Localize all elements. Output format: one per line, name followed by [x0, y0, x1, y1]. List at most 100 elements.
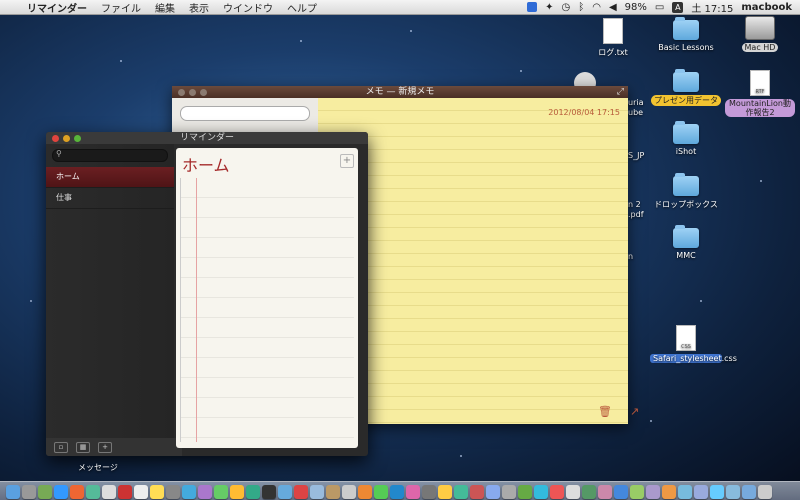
app-icon[interactable] — [454, 484, 468, 499]
app-icon[interactable] — [342, 484, 356, 499]
preferences-icon[interactable] — [166, 484, 180, 499]
list-item-work[interactable]: 仕事 — [46, 188, 174, 209]
mission-control-icon[interactable] — [38, 484, 52, 499]
desktop-icon-mountainlion-report[interactable]: RTF MountainLion動作報告2 — [720, 70, 800, 117]
menu-edit[interactable]: 編集 — [148, 0, 182, 15]
bluetooth-icon[interactable]: ᛒ — [578, 2, 584, 13]
desktop-icon-presentation-data[interactable]: プレゼン用データ — [646, 69, 726, 106]
app-icon[interactable] — [438, 484, 452, 499]
css-file-icon: CSS — [676, 325, 696, 351]
menu-window[interactable]: ウインドウ — [216, 0, 280, 15]
app-icon[interactable] — [518, 484, 532, 499]
app-icon[interactable] — [502, 484, 516, 499]
desktop-icon-basic-lessons[interactable]: Basic Lessons — [646, 17, 726, 52]
mail-icon[interactable] — [102, 484, 116, 499]
app-icon[interactable] — [294, 484, 308, 499]
app-icon[interactable] — [422, 484, 436, 499]
app-icon[interactable] — [582, 484, 596, 499]
volume-icon[interactable]: ◀ — [609, 2, 617, 13]
app-icon[interactable] — [358, 484, 372, 499]
notes-app-icon[interactable] — [150, 484, 164, 499]
list-label: ホーム — [56, 172, 80, 181]
downloads-stack-icon[interactable] — [678, 484, 692, 499]
terminal-icon[interactable] — [262, 484, 276, 499]
calendar-icon[interactable]: ▦ — [76, 441, 90, 453]
reminders-window: リマインダー ⚲ ホーム 仕事 ▫ ▦ + ホーム + — [46, 132, 368, 456]
app-icon[interactable] — [278, 484, 292, 499]
zoom-button[interactable] — [74, 135, 81, 142]
minimize-button[interactable] — [189, 89, 196, 96]
menu-view[interactable]: 表示 — [182, 0, 216, 15]
itunes-icon[interactable] — [198, 484, 212, 499]
desktop-icon-mac-hd[interactable]: Mac HD — [720, 16, 800, 52]
app-icon[interactable] — [598, 484, 612, 499]
fullscreen-icon[interactable]: ⤢ — [617, 86, 624, 98]
documents-stack-icon[interactable] — [694, 484, 708, 499]
desktop-icon-dropbox-folder[interactable]: ドロップボックス — [646, 173, 726, 210]
trash-icon[interactable]: 🗑 — [598, 405, 612, 418]
desktop-icon-log-txt[interactable]: ログ.txt — [573, 18, 653, 58]
app-icon[interactable] — [310, 484, 324, 499]
folder-stack-icon[interactable] — [726, 484, 740, 499]
desktop-icon-safari-css[interactable]: CSS Safari_stylesheet.css — [646, 325, 737, 363]
app-icon[interactable] — [662, 484, 676, 499]
input-method-icon[interactable]: A — [672, 1, 684, 13]
app-icon[interactable] — [326, 484, 340, 499]
reminders-app-icon[interactable] — [134, 484, 148, 499]
trash-dock-icon[interactable] — [758, 484, 772, 499]
zoom-button[interactable] — [200, 89, 207, 96]
photos-icon[interactable] — [230, 484, 244, 499]
app-icon[interactable] — [550, 484, 564, 499]
launchpad-icon[interactable] — [22, 484, 36, 499]
reminders-search-input[interactable]: ⚲ — [52, 149, 168, 162]
wifi-icon[interactable]: ◠ — [592, 2, 601, 13]
app-icon[interactable] — [534, 484, 548, 499]
minimize-button[interactable] — [63, 135, 70, 142]
user-name[interactable]: macbook — [741, 2, 792, 13]
app-icon[interactable] — [630, 484, 644, 499]
finder-icon[interactable] — [6, 484, 20, 499]
icon-label: ドロップボックス — [654, 200, 718, 209]
desktop-icon-mmc[interactable]: MMC — [646, 225, 726, 260]
reminders-title-bar[interactable]: リマインダー — [46, 132, 368, 144]
safari-icon[interactable] — [54, 484, 68, 499]
folder-stack-icon[interactable] — [742, 484, 756, 499]
close-button[interactable] — [178, 89, 185, 96]
messages-icon[interactable] — [86, 484, 100, 499]
app-icon[interactable] — [614, 484, 628, 499]
app-icon[interactable] — [406, 484, 420, 499]
battery-percent[interactable]: 98% — [625, 2, 647, 13]
app-icon[interactable] — [486, 484, 500, 499]
app-icon[interactable] — [390, 484, 404, 499]
icon-label: Basic Lessons — [658, 43, 714, 52]
calendar-app-icon[interactable] — [118, 484, 132, 499]
app-store-icon[interactable] — [182, 484, 196, 499]
app-icon[interactable] — [374, 484, 388, 499]
add-list-button[interactable]: + — [98, 441, 112, 453]
menu-file[interactable]: ファイル — [94, 0, 148, 15]
notes-search-input[interactable] — [180, 106, 310, 121]
add-reminder-button[interactable]: + — [340, 154, 354, 168]
battery-icon[interactable]: ▭ — [655, 2, 664, 13]
list-item-home[interactable]: ホーム — [46, 167, 174, 188]
close-button[interactable] — [52, 135, 59, 142]
reminder-rows[interactable] — [180, 178, 354, 442]
app-icon[interactable] — [566, 484, 580, 499]
dropbox-icon[interactable]: ✦ — [545, 2, 553, 13]
list-label: 仕事 — [56, 193, 72, 202]
clock[interactable]: 土 17:15 — [691, 0, 733, 15]
facetime-icon[interactable] — [214, 484, 228, 499]
firefox-icon[interactable] — [70, 484, 84, 499]
app-icon[interactable] — [470, 484, 484, 499]
notes-title-bar[interactable]: メモ — 新規メモ ⤢ — [172, 86, 628, 98]
menu-app-name[interactable]: リマインダー — [20, 0, 94, 15]
desktop-icon-ishot[interactable]: iShot — [646, 121, 726, 156]
menu-help[interactable]: ヘルプ — [280, 0, 324, 15]
folder-stack-icon[interactable] — [710, 484, 724, 499]
app-icon[interactable] — [246, 484, 260, 499]
share-icon[interactable]: ↗ — [630, 405, 639, 418]
show-calendar-button[interactable]: ▫ — [54, 441, 68, 453]
status-app-icon[interactable] — [527, 2, 538, 12]
app-icon[interactable] — [646, 484, 660, 499]
time-machine-icon[interactable]: ◷ — [561, 2, 570, 13]
